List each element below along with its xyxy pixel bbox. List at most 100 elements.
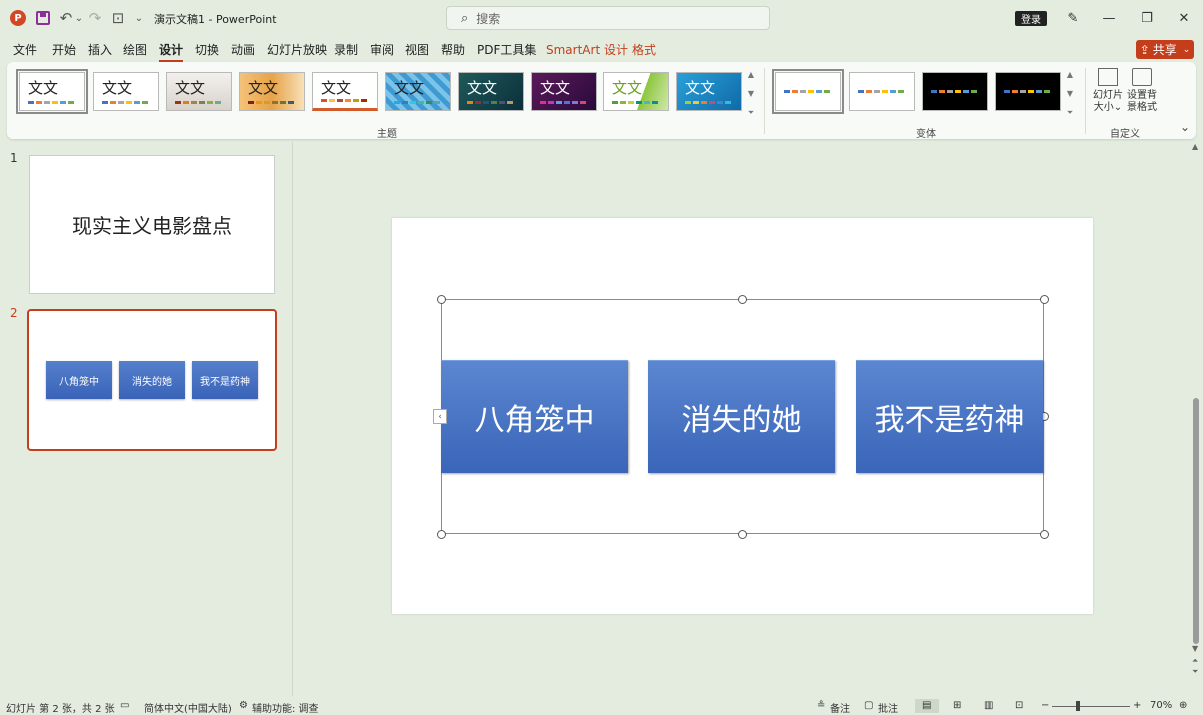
customize-quick-access-icon[interactable]: ⌄ [133,9,145,27]
scrollbar-thumb[interactable] [1193,398,1199,644]
undo-icon[interactable]: ↶ [58,9,74,27]
share-icon: ⇪ [1139,42,1150,57]
format-background-button[interactable]: 设置背 景格式 [1125,68,1159,114]
gallery-more-icon[interactable]: ⏷ [1067,108,1073,118]
tab-home[interactable]: 开始 [52,41,76,58]
close-button[interactable]: ✕ [1169,8,1199,28]
theme-sample-text: 文文 [612,79,643,97]
scroll-down-icon[interactable]: ▼ [748,89,754,98]
login-button[interactable]: 登录 [1015,11,1047,26]
scroll-down-icon[interactable]: ▼ [1067,89,1073,98]
tab-help[interactable]: 帮助 [441,41,465,58]
theme-10[interactable]: 文文 [676,72,742,111]
tab-slideshow[interactable]: 幻灯片放映 [267,41,327,58]
theme-8[interactable]: 文文 [531,72,597,111]
smartart-box-1[interactable]: 八角笼中 [441,360,628,473]
variant-3[interactable] [922,72,988,111]
spelling-check-icon[interactable]: ▭ [120,700,129,711]
slide-thumbnail-2[interactable]: 八角笼中 消失的她 我不是药神 [27,309,277,451]
accessibility-status[interactable]: 辅助功能: 调查 [252,700,319,715]
zoom-out-icon[interactable]: − [1041,700,1049,711]
next-slide-icon[interactable]: ⏷ [1192,667,1198,677]
previous-slide-icon[interactable]: ⏶ [1192,656,1198,666]
slide-thumbnail-pane: 1 现实主义电影盘点 2 八角笼中 消失的她 我不是药神 [0,142,293,696]
variants-group-label: 变体 [916,129,936,140]
tab-pdf-tools[interactable]: PDF工具集 [477,41,536,58]
tab-animations[interactable]: 动画 [231,41,255,58]
theme-4[interactable]: 文文 [239,72,305,111]
resize-handle[interactable] [437,295,446,304]
variants-gallery-scroll[interactable]: ▲ ▼ ⏷ [1064,70,1076,118]
tab-insert[interactable]: 插入 [88,41,112,58]
theme-sample-text: 文文 [685,79,716,97]
undo-dropdown-icon[interactable]: ⌄ [74,9,84,27]
slide-size-button[interactable]: 幻灯片大小⌄ [1091,68,1125,114]
language-indicator[interactable]: 简体中文(中国大陆) [144,700,232,715]
zoom-level[interactable]: 70% [1150,700,1172,711]
tab-format[interactable]: 格式 [632,41,656,58]
tab-view[interactable]: 视图 [405,41,429,58]
text-pane-toggle-icon[interactable]: ‹ [433,409,447,424]
smartart-box-3[interactable]: 我不是药神 [856,360,1043,473]
variant-2[interactable] [849,72,915,111]
resize-handle[interactable] [1040,295,1049,304]
resize-handle[interactable] [437,530,446,539]
search-input[interactable]: ⌕ 搜索 [446,6,770,30]
resize-handle[interactable] [738,530,747,539]
scroll-down-icon[interactable]: ▼ [1192,644,1198,653]
redo-icon[interactable]: ↷ [87,9,103,27]
scroll-up-icon[interactable]: ▲ [1067,70,1073,79]
slide-number: 1 [10,151,18,165]
variant-4[interactable] [995,72,1061,111]
tab-smartart-design[interactable]: SmartArt 设计 [546,41,628,58]
variant-1[interactable] [772,69,844,114]
zoom-slider[interactable] [1052,706,1130,707]
theme-sample-text: 文文 [175,79,206,97]
tab-design[interactable]: 设计 [159,41,184,62]
present-from-start-icon[interactable]: ⊡ [110,9,126,27]
theme-2[interactable]: 文文 [93,72,159,111]
comments-button[interactable]: 批注 [878,700,898,715]
theme-sample-text: 文文 [394,79,425,97]
fit-to-window-icon[interactable]: ⊕ [1179,700,1187,711]
theme-7[interactable]: 文文 [458,72,524,111]
minimize-button[interactable]: — [1094,8,1124,28]
powerpoint-logo-icon: P [10,10,26,26]
theme-sample-text: 文文 [321,79,352,97]
scroll-up-icon[interactable]: ▲ [1192,142,1198,151]
scroll-up-icon[interactable]: ▲ [748,70,754,79]
share-button[interactable]: ⇪ 共享 ⌄ [1136,40,1194,59]
zoom-in-icon[interactable]: + [1133,700,1141,711]
theme-3[interactable]: 文文 [166,72,232,111]
tab-review[interactable]: 审阅 [370,41,394,58]
restore-button[interactable]: ❐ [1132,8,1162,28]
themes-gallery-scroll[interactable]: ▲ ▼ ⏷ [745,70,757,118]
notes-button[interactable]: 备注 [830,700,850,715]
resize-handle[interactable] [1040,530,1049,539]
gallery-more-icon[interactable]: ⏷ [748,108,754,118]
normal-view-icon: ▤ [922,700,932,711]
vertical-scrollbar[interactable]: ▲ ▼ ⏶ ⏷ [1190,142,1202,677]
smartart-box-2[interactable]: 消失的她 [648,360,835,473]
slide-sorter-icon[interactable]: ⊞ [953,700,961,711]
tab-record[interactable]: 录制 [334,41,358,58]
reading-view-icon[interactable]: ▥ [984,700,993,711]
thumbnail-smartart-box: 我不是药神 [192,361,258,399]
save-icon[interactable] [36,11,50,25]
share-label: 共享 [1152,43,1177,57]
collapse-ribbon-icon[interactable]: ⌄ [1180,120,1190,134]
resize-handle[interactable] [738,295,747,304]
tab-file[interactable]: 文件 [13,41,37,58]
tab-transitions[interactable]: 切换 [195,41,219,58]
slideshow-icon[interactable]: ⊡ [1015,700,1023,711]
thumbnail-smartart-box: 八角笼中 [46,361,112,399]
slide-thumbnail-1[interactable]: 现实主义电影盘点 [29,155,275,294]
theme-6[interactable]: 文文 [385,72,451,111]
search-placeholder: 搜索 [476,11,501,26]
tab-draw[interactable]: 绘图 [123,41,147,58]
theme-5[interactable]: 文文 [312,72,378,111]
theme-office[interactable]: 文文 [16,69,88,114]
zoom-slider-handle[interactable] [1076,701,1080,711]
theme-9[interactable]: 文文 [603,72,669,111]
pen-icon[interactable]: ✎ [1058,8,1088,28]
